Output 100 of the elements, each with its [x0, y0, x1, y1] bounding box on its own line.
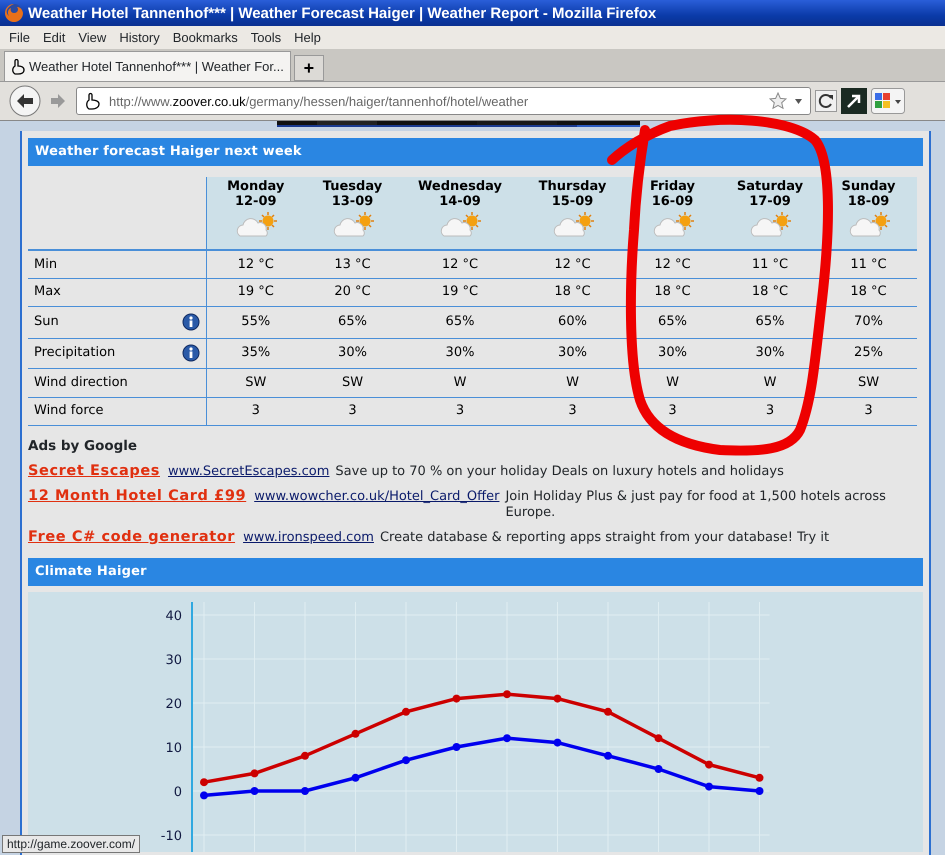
- ads-heading: Ads by Google: [28, 436, 138, 456]
- table-cell: 19 °C: [442, 284, 478, 300]
- table-cell: 12 °C: [654, 256, 691, 272]
- table-cell: 30%: [658, 345, 687, 360]
- caret-icon[interactable]: [795, 98, 802, 104]
- reload-icon[interactable]: [815, 90, 837, 112]
- table-cell: 65%: [446, 314, 474, 330]
- toolbar-icon[interactable]: [871, 88, 905, 114]
- menu-item[interactable]: Tools: [250, 30, 282, 45]
- ad-description: Create database & reporting apps straight from your database! Try it: [380, 530, 830, 546]
- info-icon[interactable]: [182, 344, 200, 362]
- menu-item[interactable]: File: [9, 30, 30, 45]
- extension-icon[interactable]: [841, 88, 867, 114]
- data-point: [352, 730, 360, 738]
- weather-icon: [438, 210, 482, 238]
- address-bar[interactable]: http://www.zoover.co.uk/germany/hessen/haiger/tannenhof/hotel/weather: [76, 87, 811, 115]
- date-label: 13-09: [330, 194, 374, 209]
- data-point: [705, 782, 713, 790]
- row-label: Wind force: [34, 402, 105, 420]
- table-cell: 3: [668, 403, 677, 418]
- table-cell: 3: [252, 403, 260, 418]
- data-point: [250, 769, 258, 778]
- axis-tick-label: 20: [165, 696, 182, 712]
- data-point: [705, 760, 713, 768]
- table-cell: 65%: [756, 314, 784, 330]
- firefox-logo-icon: [4, 3, 24, 23]
- table-cell: 30%: [446, 345, 474, 360]
- date-label: 12-09: [234, 194, 278, 209]
- column-header: Tuesday: [322, 179, 384, 194]
- data-point: [654, 734, 662, 742]
- date-label: 14-09: [438, 194, 482, 209]
- date-label: 18-09: [846, 194, 890, 209]
- browser-tab[interactable]: Weather Hotel Tannenhof*** | Weather For...: [4, 51, 291, 81]
- date-label: 16-09: [650, 194, 694, 209]
- window-title: Weather Hotel Tannenhof*** | Weather Forecast Haiger | Weather Report - Mozilla Firefox: [28, 4, 656, 22]
- table-cell: 12 °C: [554, 256, 591, 272]
- column-header: Friday: [648, 179, 696, 194]
- menu-item[interactable]: Edit: [42, 30, 66, 45]
- table-cell: W: [764, 374, 776, 390]
- axis-tick-label: 10: [165, 740, 182, 756]
- data-point: [301, 752, 309, 760]
- table-cell: W: [566, 374, 579, 390]
- menu-item[interactable]: Bookmarks: [172, 30, 238, 45]
- page-icon: [85, 92, 101, 110]
- menu-item[interactable]: History: [119, 30, 160, 45]
- row-label: Wind direction: [34, 374, 129, 392]
- menu-item[interactable]: View: [78, 30, 106, 45]
- data-point: [604, 752, 612, 760]
- weather-icon: [748, 210, 792, 238]
- row-label: Min: [34, 256, 58, 274]
- table-cell: 30%: [338, 345, 367, 360]
- axis-tick-label: -10: [160, 828, 182, 844]
- data-point: [352, 774, 360, 782]
- ad-url-link[interactable]: www.wowcher.co.uk/Hotel_Card_Offer: [254, 488, 500, 505]
- ad-description: Save up to 70 % on your holiday Deals on luxury hotels and holidays: [335, 464, 784, 480]
- data-point: [604, 708, 612, 716]
- table-cell: SW: [342, 374, 364, 390]
- new-tab-button[interactable]: +: [294, 55, 324, 81]
- table-cell: 3: [456, 403, 464, 418]
- ad-url-link[interactable]: www.ironspeed.com: [243, 530, 374, 546]
- table-cell: 11 °C: [850, 256, 887, 272]
- table-cell: 11 °C: [752, 256, 788, 272]
- column-header: Sunday: [840, 179, 897, 194]
- table-cell: W: [454, 374, 466, 390]
- table-cell: 19 °C: [238, 284, 274, 300]
- column-header: Wednesday: [417, 179, 503, 194]
- table-cell: 35%: [241, 345, 270, 360]
- ad-title-link[interactable]: Free C# code generator: [28, 528, 236, 545]
- table-cell: 18 °C: [554, 284, 591, 300]
- page-icon: [11, 58, 25, 74]
- table-cell: 65%: [658, 314, 687, 330]
- row-label: Sun: [34, 313, 60, 332]
- table-cell: 30%: [558, 345, 587, 360]
- table-cell: 3: [568, 403, 577, 418]
- table-cell: 30%: [756, 345, 784, 360]
- table-cell: 13 °C: [334, 256, 371, 272]
- data-point: [654, 764, 662, 773]
- ad-title-link[interactable]: Secret Escapes: [28, 462, 160, 479]
- data-point: [200, 791, 208, 800]
- data-point: [301, 786, 309, 795]
- data-point: [554, 738, 562, 746]
- ad-url-link[interactable]: www.SecretEscapes.com: [168, 464, 330, 480]
- section-header: Climate Haiger: [28, 558, 923, 586]
- info-icon[interactable]: [182, 313, 200, 331]
- data-point: [756, 786, 764, 795]
- table-cell: SW: [245, 374, 266, 390]
- row-label: Max: [34, 283, 62, 302]
- table-cell: 18 °C: [654, 284, 691, 300]
- table-cell: 65%: [338, 314, 367, 330]
- star-icon[interactable]: [769, 92, 787, 110]
- menu-item[interactable]: Help: [294, 30, 321, 45]
- table-cell: 60%: [558, 314, 587, 330]
- status-tooltip: http://game.zoover.com/: [2, 835, 140, 853]
- table-cell: 55%: [241, 314, 270, 330]
- ad-title-link[interactable]: 12 Month Hotel Card £99: [28, 488, 246, 504]
- table-cell: W: [666, 374, 679, 390]
- table-cell: 18 °C: [850, 284, 887, 300]
- date-label: 17-09: [748, 194, 792, 209]
- column-header: Saturday: [736, 179, 804, 194]
- axis-tick-label: 0: [174, 784, 182, 800]
